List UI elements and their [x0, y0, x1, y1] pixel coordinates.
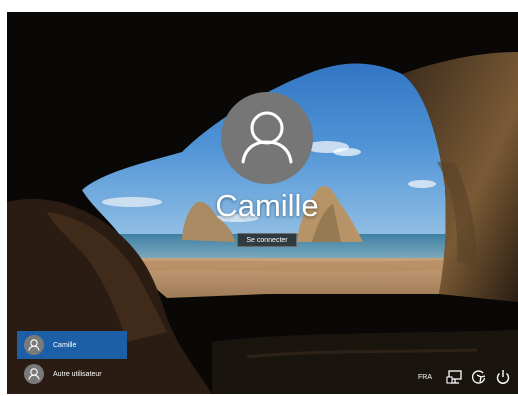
ease-of-access-icon[interactable] — [470, 368, 488, 386]
user-avatar — [221, 92, 313, 184]
user-list-item-camille[interactable]: Camille — [17, 331, 127, 359]
user-avatar-small — [24, 335, 44, 355]
user-icon — [28, 339, 40, 351]
network-icon[interactable] — [446, 368, 464, 386]
user-avatar-small — [24, 364, 44, 384]
user-list-item-other-user[interactable]: Autre utilisateur — [17, 360, 127, 388]
sign-in-button[interactable]: Se connecter — [237, 233, 297, 247]
system-tray: FRA — [418, 367, 512, 387]
user-icon — [241, 111, 293, 164]
language-indicator[interactable]: FRA — [418, 374, 432, 381]
user-list-item-label: Camille — [53, 341, 77, 349]
power-icon[interactable] — [494, 368, 512, 386]
user-icon — [28, 368, 40, 380]
user-switcher-list: Camille Autre utilisateur — [17, 331, 127, 388]
user-list-item-label: Autre utilisateur — [53, 370, 102, 378]
username-label: Camille — [215, 188, 319, 223]
lock-screen: Camille Se connecter Camille Autre utili… — [7, 12, 518, 394]
